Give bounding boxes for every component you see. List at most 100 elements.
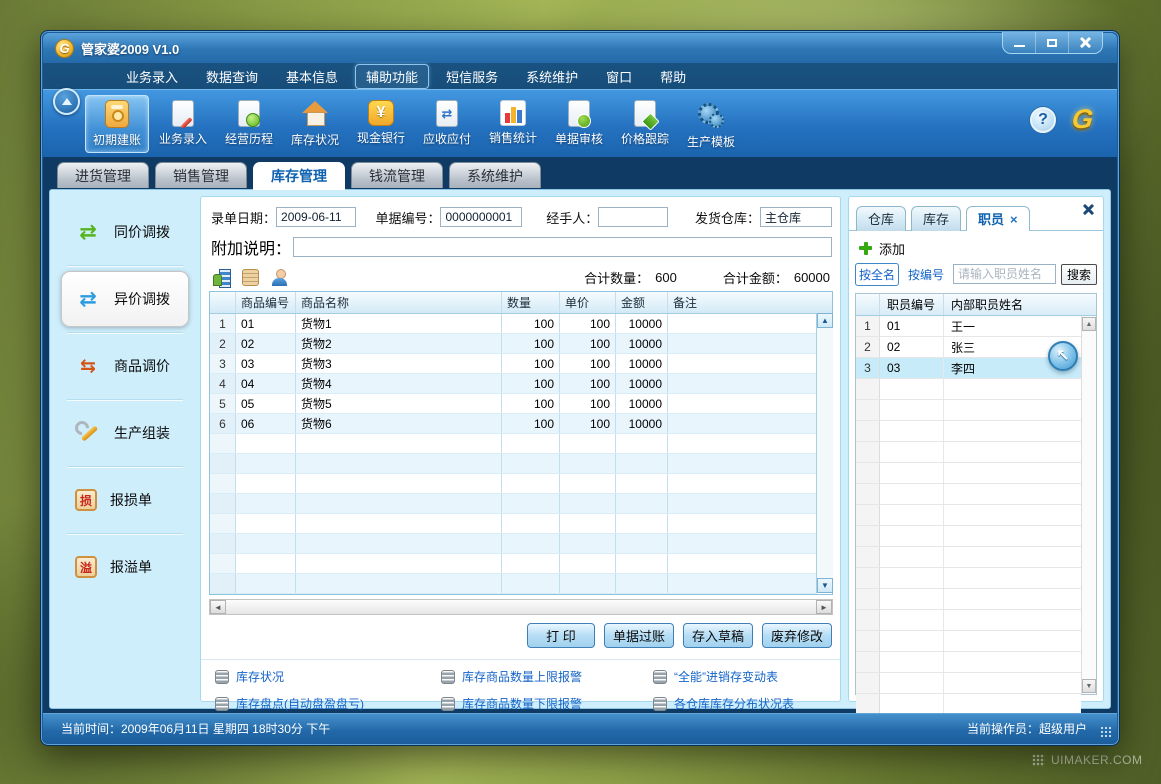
report-link-2[interactable]: “全能”进销存变动表 (653, 668, 834, 685)
doc-number-input[interactable] (440, 207, 522, 227)
menu-item-1[interactable]: 数据查询 (195, 64, 269, 89)
panel-close-icon[interactable] (1083, 204, 1094, 215)
items-vscrollbar[interactable]: ▲ ▼ (816, 313, 833, 593)
action-button-1[interactable]: 单据过账 (604, 623, 674, 648)
report-link-3[interactable]: 库存盘点(自动盘盈盘亏) (215, 695, 441, 712)
scroll-up-button[interactable]: ▲ (817, 313, 833, 328)
scroll-right-button[interactable]: ► (816, 600, 832, 614)
sidebar-item-3[interactable]: 生产组装 (61, 405, 189, 461)
tab-2[interactable]: 库存管理 (253, 162, 345, 190)
sidebar-item-4[interactable]: 损报损单 (61, 472, 189, 528)
column-header-4[interactable]: 金额 (616, 292, 668, 313)
warehouse-icon[interactable] (213, 269, 230, 286)
warehouse-input[interactable] (760, 207, 832, 227)
table-row[interactable]: 505货物510010010000 (210, 394, 817, 414)
filter-by-code-button[interactable]: 按编号 (904, 263, 948, 286)
employee-vscrollbar[interactable]: ▲ ▼ (1081, 316, 1096, 694)
filter-by-name-button[interactable]: 按全名 (855, 263, 899, 286)
column-header-0[interactable]: 职员编号 (880, 294, 944, 315)
column-header-2[interactable]: 数量 (502, 292, 560, 313)
agent-input[interactable] (598, 207, 668, 227)
add-button[interactable]: 添加 (859, 238, 905, 258)
collapse-toolbar-button[interactable] (53, 88, 80, 115)
toolbar-button-history[interactable]: 经营历程 (217, 95, 281, 153)
toolbar-button-payable[interactable]: ⇄应收应付 (415, 95, 479, 153)
maximize-button[interactable] (1036, 32, 1069, 53)
tab-3[interactable]: 钱流管理 (351, 162, 443, 188)
table-row[interactable]: 101货物110010010000 (210, 314, 817, 334)
product-icon[interactable] (242, 269, 259, 286)
tab-1[interactable]: 销售管理 (155, 162, 247, 188)
employee-icon[interactable] (271, 269, 288, 286)
column-header-0[interactable]: 商品编号 (236, 292, 296, 313)
help-icon[interactable]: ? (1030, 107, 1056, 133)
cell (236, 494, 296, 513)
sidebar-item-1[interactable]: ⇄异价调拨 (61, 271, 189, 327)
column-header-1[interactable]: 内部职员姓名 (944, 294, 1096, 315)
close-button[interactable] (1069, 32, 1102, 53)
action-button-0[interactable]: 打 印 (527, 623, 595, 648)
scroll-down-button[interactable]: ▼ (817, 578, 833, 593)
menu-item-2[interactable]: 基本信息 (275, 64, 349, 89)
employee-row[interactable]: 101王一 (856, 316, 1081, 337)
table-row[interactable]: 404货物410010010000 (210, 374, 817, 394)
lookup-panel: 仓库库存职员× 添加 按全名 按编号 搜索 职员编号内部职员姓名 101王一20… (848, 196, 1104, 702)
sidebar-item-2[interactable]: ⇆商品调价 (61, 338, 189, 394)
search-button[interactable]: 搜索 (1061, 264, 1097, 285)
column-header-5[interactable]: 备注 (668, 292, 832, 313)
lookup-tab-1[interactable]: 库存 (911, 206, 961, 231)
menu-item-7[interactable]: 帮助 (649, 64, 697, 89)
scroll-left-button[interactable]: ◄ (210, 600, 226, 614)
scroll-up-button[interactable]: ▲ (1082, 317, 1096, 331)
status-operator: 当前操作员：超级用户 (967, 720, 1087, 737)
report-link-4[interactable]: 库存商品数量下限报警 (441, 695, 653, 712)
lookup-tab-2[interactable]: 职员× (966, 206, 1030, 231)
menu-item-6[interactable]: 窗口 (595, 64, 643, 89)
cell (502, 474, 560, 493)
table-row[interactable]: 606货物610010010000 (210, 414, 817, 434)
row-number-cell: 1 (210, 314, 236, 333)
cell: 货物1 (296, 314, 502, 333)
employee-row[interactable]: 303李四 (856, 358, 1081, 379)
sidebar-item-label: 异价调拨 (114, 289, 170, 309)
table-row (210, 494, 817, 514)
sidebar-item-0[interactable]: ⇄同价调拨 (61, 204, 189, 260)
column-header-1[interactable]: 商品名称 (296, 292, 502, 313)
action-button-2[interactable]: 存入草稿 (683, 623, 753, 648)
report-link-0[interactable]: 库存状况 (215, 668, 441, 685)
minimize-button[interactable] (1003, 32, 1036, 53)
items-hscrollbar[interactable]: ◄ ► (209, 599, 833, 615)
cell: 01 (880, 316, 944, 336)
tab-4[interactable]: 系统维护 (449, 162, 541, 188)
report-link-5[interactable]: 各仓库库存分布状况表 (653, 695, 834, 712)
cell (668, 334, 817, 353)
menu-item-0[interactable]: 业务录入 (115, 64, 189, 89)
toolbar-button-price-track[interactable]: 价格跟踪 (613, 95, 677, 153)
employee-search-input[interactable] (953, 264, 1056, 284)
toolbar-button-audit[interactable]: 单据审核 (547, 95, 611, 153)
toolbar-button-initial-setup[interactable]: 初期建账 (85, 95, 149, 153)
menu-item-5[interactable]: 系统维护 (515, 64, 589, 89)
menu-item-4[interactable]: 短信服务 (435, 64, 509, 89)
row-number-cell: 2 (210, 334, 236, 353)
toolbar-button-business-entry[interactable]: 业务录入 (151, 95, 215, 153)
table-row[interactable]: 202货物210010010000 (210, 334, 817, 354)
tab-close-icon[interactable]: × (1010, 208, 1018, 231)
table-row[interactable]: 303货物310010010000 (210, 354, 817, 374)
scroll-down-button[interactable]: ▼ (1082, 679, 1096, 693)
note-input[interactable] (293, 237, 832, 257)
toolbar-button-cash-bank[interactable]: ¥现金银行 (349, 95, 413, 153)
lookup-tab-0[interactable]: 仓库 (856, 206, 906, 231)
toolbar-button-sales-stats[interactable]: 销售统计 (481, 95, 545, 153)
production-icon (696, 100, 726, 130)
toolbar-button-production[interactable]: 生产模板 (679, 95, 743, 153)
record-date-input[interactable] (276, 207, 356, 227)
column-header-3[interactable]: 单价 (560, 292, 616, 313)
resize-grip[interactable] (1100, 726, 1112, 738)
menu-item-3[interactable]: 辅助功能 (355, 64, 429, 89)
sidebar-item-5[interactable]: 溢报溢单 (61, 539, 189, 595)
toolbar-button-inventory-status[interactable]: 库存状况 (283, 95, 347, 153)
action-button-3[interactable]: 废弃修改 (762, 623, 832, 648)
report-link-1[interactable]: 库存商品数量上限报警 (441, 668, 653, 685)
tab-0[interactable]: 进货管理 (57, 162, 149, 188)
